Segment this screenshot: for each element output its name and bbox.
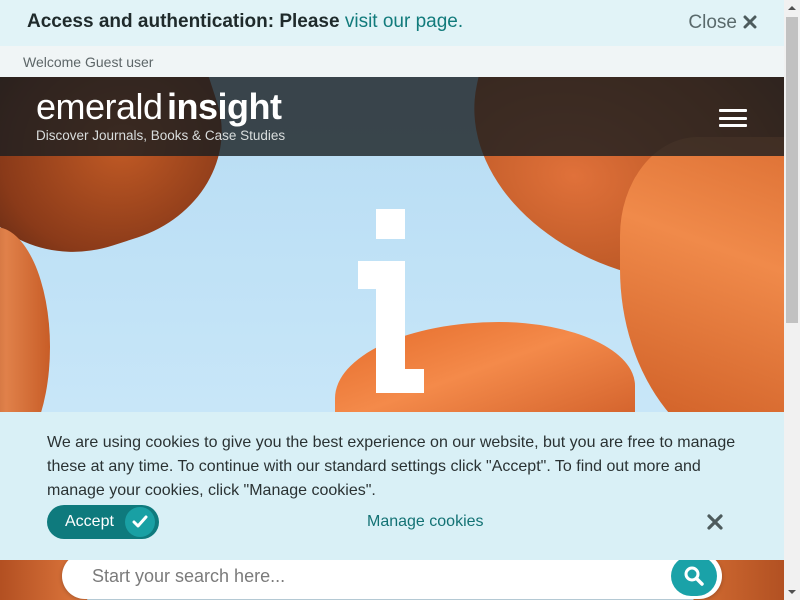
scrollbar-thumb[interactable] xyxy=(786,17,798,323)
site-header: emerald insight Discover Journals, Books… xyxy=(0,77,784,156)
search-input[interactable] xyxy=(92,561,652,591)
visit-page-link[interactable]: visit our page. xyxy=(345,11,463,32)
access-message: Access and authentication: Please visit … xyxy=(27,11,463,33)
accept-label: Accept xyxy=(65,513,114,530)
scroll-up-arrow-icon[interactable] xyxy=(784,0,800,17)
welcome-text: Welcome Guest user xyxy=(23,54,154,70)
checkmark-icon xyxy=(125,507,155,537)
welcome-bar: Welcome Guest user xyxy=(0,46,784,77)
access-banner: Access and authentication: Please visit … xyxy=(0,0,784,46)
i-logo-icon xyxy=(358,209,424,393)
vertical-scrollbar[interactable] xyxy=(784,0,800,600)
search-button[interactable] xyxy=(671,556,717,596)
cookie-message: We are using cookies to give you the bes… xyxy=(47,434,736,499)
access-banner-close-button[interactable]: Close xyxy=(688,12,757,34)
access-message-prefix: Access and authentication: Please xyxy=(27,11,340,32)
cookie-banner: We are using cookies to give you the bes… xyxy=(0,412,784,560)
tagline: Discover Journals, Books & Case Studies xyxy=(36,128,286,143)
scroll-down-arrow-icon[interactable] xyxy=(784,583,800,600)
page: Access and authentication: Please visit … xyxy=(0,0,784,600)
logo-light-text: emerald xyxy=(36,86,163,127)
close-label: Close xyxy=(688,12,737,33)
search-icon xyxy=(684,566,704,586)
emerald-insight-logo[interactable]: emerald insight xyxy=(36,86,282,128)
hamburger-menu-icon[interactable] xyxy=(719,109,747,127)
accept-cookies-button[interactable]: Accept xyxy=(47,505,159,539)
logo-bold-text: insight xyxy=(167,86,282,127)
close-icon xyxy=(743,14,757,32)
manage-cookies-link[interactable]: Manage cookies xyxy=(367,513,484,531)
close-icon[interactable] xyxy=(706,513,724,531)
